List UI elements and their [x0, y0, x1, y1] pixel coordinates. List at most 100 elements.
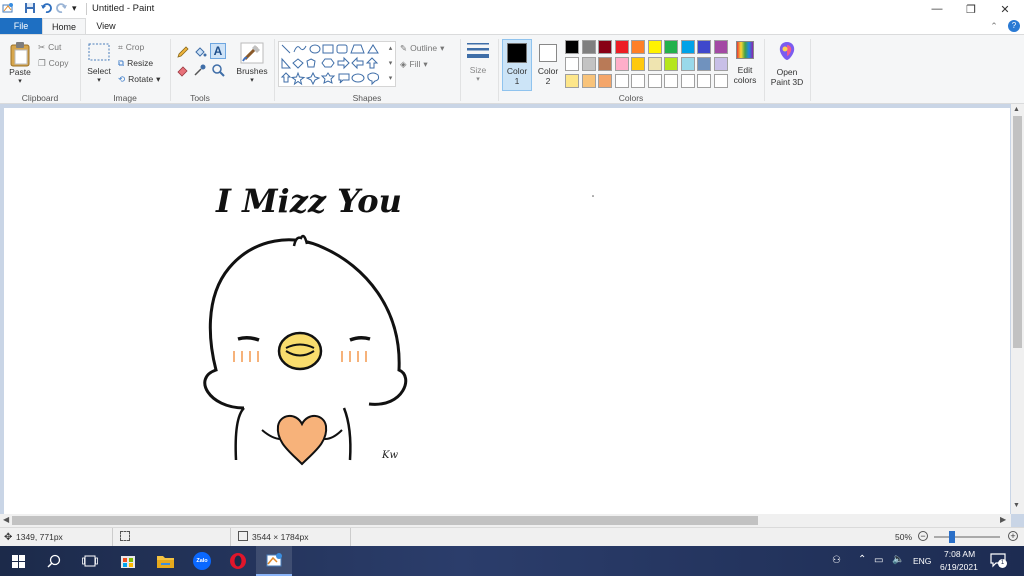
taskbar-paint[interactable]	[256, 546, 292, 576]
zoom-in-button[interactable]: +	[1008, 531, 1018, 541]
color-swatch[interactable]	[581, 74, 596, 88]
color-swatch[interactable]	[631, 40, 645, 54]
scroll-up-icon[interactable]: ▲	[1013, 106, 1020, 113]
fill-button[interactable]: ◈ Fill ▾	[400, 58, 428, 70]
taskbar-file-explorer[interactable]	[147, 546, 183, 576]
paste-icon	[10, 42, 30, 67]
color-swatch[interactable]	[614, 74, 629, 88]
color-swatch[interactable]	[664, 74, 678, 88]
open-paint3d-button[interactable]: Open Paint 3D	[768, 41, 806, 91]
select-dropdown-icon[interactable]: ▾	[85, 76, 113, 86]
battery-icon[interactable]: ▭	[874, 555, 883, 566]
color-swatch[interactable]	[713, 74, 728, 88]
color-swatch[interactable]	[697, 74, 711, 88]
clock-date[interactable]: 6/19/2021	[940, 562, 978, 572]
horizontal-scrollbar[interactable]: ◀ ▶	[0, 514, 1011, 527]
size-dropdown-icon[interactable]: ▾	[464, 75, 492, 85]
ribbon-collapse-icon[interactable]: ⌃	[988, 20, 1000, 32]
save-icon[interactable]	[24, 2, 36, 14]
color-swatch[interactable]	[614, 40, 629, 54]
color-swatch[interactable]	[713, 40, 728, 54]
shapes-gallery[interactable]	[278, 41, 396, 87]
taskbar-app-store[interactable]	[110, 546, 146, 576]
show-hidden-icons[interactable]: ⌃	[858, 554, 866, 565]
zoom-out-button[interactable]: −	[918, 531, 928, 541]
size-button[interactable]: Size ▾	[464, 41, 492, 91]
color-swatch[interactable]	[631, 57, 645, 71]
paste-dropdown-icon[interactable]: ▾	[6, 77, 34, 87]
resize-button[interactable]: ⧉ Resize	[118, 57, 153, 69]
tab-home[interactable]: Home	[42, 18, 86, 34]
search-button[interactable]	[36, 546, 72, 576]
paste-button[interactable]: Paste ▾	[6, 41, 34, 91]
color-swatch[interactable]	[647, 74, 662, 88]
color-swatch[interactable]	[664, 57, 678, 71]
horizontal-scroll-thumb[interactable]	[12, 516, 758, 525]
redo-icon[interactable]	[56, 2, 68, 14]
color-swatch[interactable]	[647, 40, 662, 54]
taskbar-zalo[interactable]: Zalo	[184, 546, 220, 576]
minimize-button[interactable]: —	[920, 0, 954, 18]
color2-button[interactable]: Color 2	[534, 39, 562, 91]
color-swatch[interactable]	[598, 40, 612, 54]
undo-icon[interactable]	[40, 2, 52, 14]
restore-button[interactable]: ❐	[954, 0, 988, 18]
rotate-button[interactable]: ⟲ Rotate ▾	[118, 73, 160, 85]
color-swatch[interactable]	[565, 57, 579, 71]
outline-button[interactable]: ✎ Outline ▾	[400, 42, 444, 54]
color-swatch[interactable]	[680, 57, 695, 71]
task-view-button[interactable]	[72, 546, 108, 576]
eraser-icon[interactable]	[176, 63, 190, 77]
volume-icon[interactable]: 🔈	[892, 554, 904, 565]
color-swatch[interactable]	[565, 74, 579, 88]
clock-time[interactable]: 7:08 AM	[944, 549, 975, 559]
vertical-scrollbar[interactable]: ▲ ▼	[1011, 104, 1024, 514]
color-swatch[interactable]	[713, 57, 728, 71]
copy-button[interactable]: ❐ Copy	[38, 57, 68, 69]
fill-bucket-icon[interactable]	[193, 45, 207, 59]
color-swatch[interactable]	[614, 57, 629, 71]
select-button[interactable]: Select ▾	[85, 41, 113, 91]
color-swatch[interactable]	[647, 57, 662, 71]
magnifier-icon[interactable]	[211, 63, 225, 77]
edit-colors-button[interactable]: Edit colors	[732, 41, 758, 91]
color-swatch[interactable]	[664, 40, 678, 54]
crop-button[interactable]: ⌗ Crop	[118, 41, 144, 53]
color-swatch[interactable]	[581, 40, 596, 54]
color-picker-icon[interactable]	[193, 63, 207, 77]
help-icon[interactable]: ?	[1008, 20, 1020, 32]
scroll-down-icon[interactable]: ▼	[1013, 502, 1020, 509]
start-button[interactable]	[0, 546, 36, 576]
language-indicator[interactable]: ENG	[913, 556, 931, 566]
pencil-icon[interactable]	[176, 45, 190, 59]
color-swatch[interactable]	[680, 74, 695, 88]
close-button[interactable]: ✕	[988, 0, 1022, 18]
color-swatch[interactable]	[631, 74, 645, 88]
color-swatch[interactable]	[581, 57, 596, 71]
color-swatch[interactable]	[697, 57, 711, 71]
taskbar-opera[interactable]	[220, 546, 256, 576]
color1-button[interactable]: Color 1	[502, 39, 532, 91]
text-tool-icon[interactable]: A	[210, 43, 226, 59]
tab-file[interactable]: File	[0, 18, 42, 34]
zoom-slider-track[interactable]	[934, 536, 1000, 538]
cut-button[interactable]: ✂ Cut	[38, 41, 61, 53]
vertical-scroll-thumb[interactable]	[1013, 116, 1022, 348]
color-swatch[interactable]	[598, 57, 612, 71]
scroll-right-icon[interactable]: ▶	[1000, 515, 1006, 524]
color-swatch[interactable]	[565, 40, 579, 54]
paint-app-icon[interactable]	[2, 2, 14, 14]
people-icon[interactable]: ⚇	[832, 555, 841, 566]
notification-center-button[interactable]: 1	[990, 552, 1007, 568]
zoom-slider-thumb[interactable]	[949, 531, 955, 543]
customize-qat-icon[interactable]: ▾	[72, 2, 84, 14]
tab-view[interactable]: View	[88, 18, 124, 34]
brushes-button[interactable]: Brushes ▾	[234, 41, 270, 91]
color-swatch[interactable]	[697, 40, 711, 54]
scroll-left-icon[interactable]: ◀	[3, 515, 9, 524]
drawing-canvas[interactable]: I Mizz You Kw	[4, 108, 1010, 518]
brushes-dropdown-icon[interactable]: ▾	[234, 76, 270, 86]
shapes-scroll[interactable]: ▴ ▾ ▾	[386, 41, 395, 87]
color-swatch[interactable]	[598, 74, 612, 88]
color-swatch[interactable]	[680, 40, 695, 54]
